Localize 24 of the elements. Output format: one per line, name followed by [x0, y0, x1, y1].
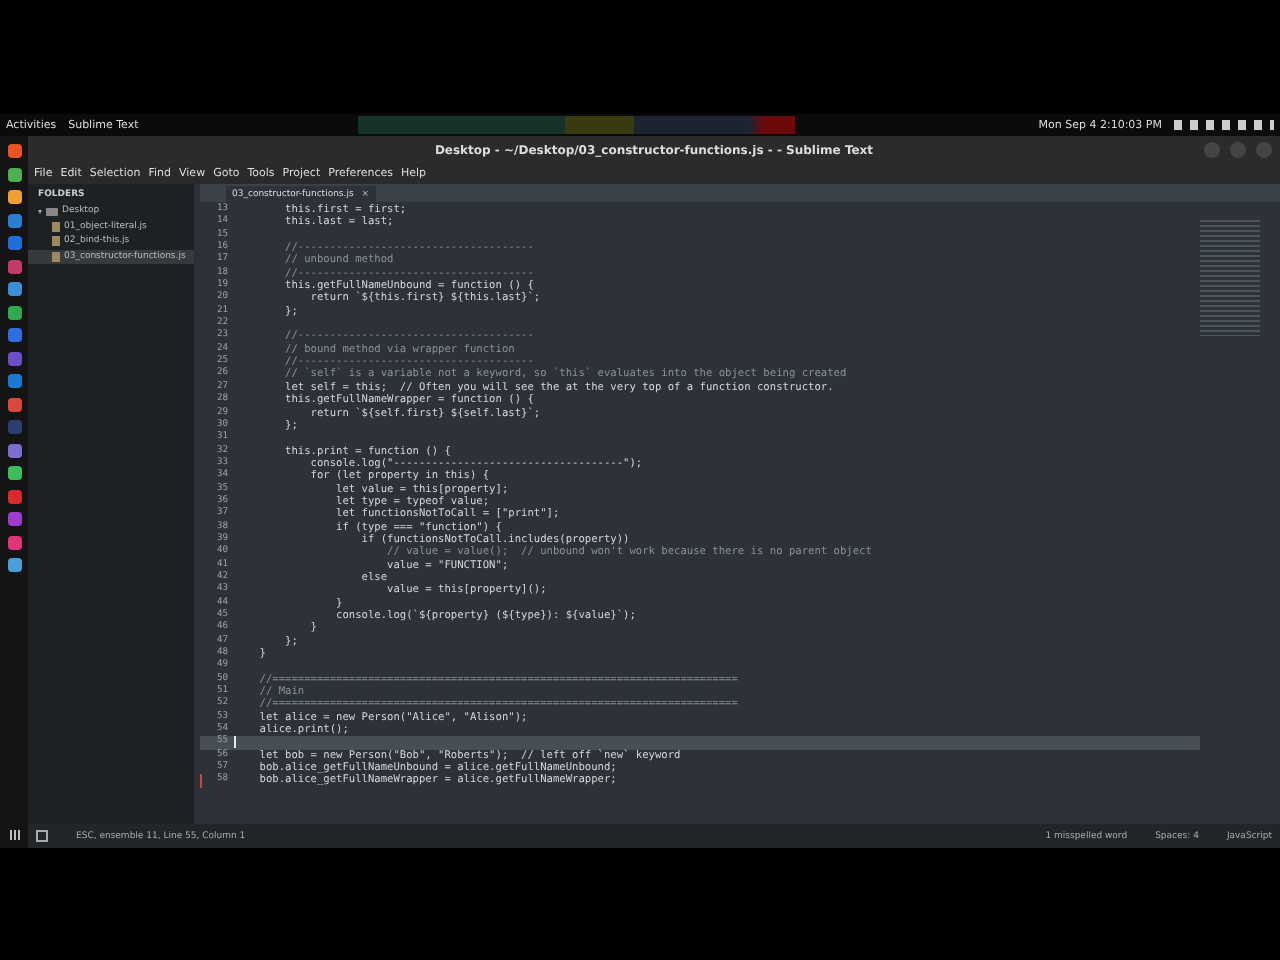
app-icon[interactable]: [7, 374, 21, 388]
app-grid-icon[interactable]: [9, 830, 19, 840]
text-cursor: [234, 736, 236, 749]
caret-icon[interactable]: [38, 209, 42, 214]
panel-icon[interactable]: [36, 830, 48, 842]
app-icon[interactable]: [7, 397, 21, 411]
app-icon[interactable]: [7, 190, 21, 204]
app-icon[interactable]: [7, 512, 21, 526]
app-icon[interactable]: [7, 167, 21, 181]
app-icon[interactable]: [7, 466, 21, 480]
app-icon[interactable]: [7, 489, 21, 503]
code-editor[interactable]: [200, 202, 1280, 824]
app-icon[interactable]: [7, 328, 21, 342]
app-icon[interactable]: [7, 558, 21, 572]
app-icon[interactable]: [7, 443, 21, 457]
app-icon[interactable]: [7, 259, 21, 273]
folder-icon: [46, 207, 58, 216]
app-icon[interactable]: [7, 305, 21, 319]
app-icon[interactable]: [7, 236, 21, 250]
app-icon[interactable]: [7, 282, 21, 296]
app-icon[interactable]: [7, 213, 21, 227]
tray-icon[interactable]: [1174, 120, 1274, 130]
app-icon[interactable]: [7, 144, 21, 158]
app-icon[interactable]: [7, 535, 21, 549]
